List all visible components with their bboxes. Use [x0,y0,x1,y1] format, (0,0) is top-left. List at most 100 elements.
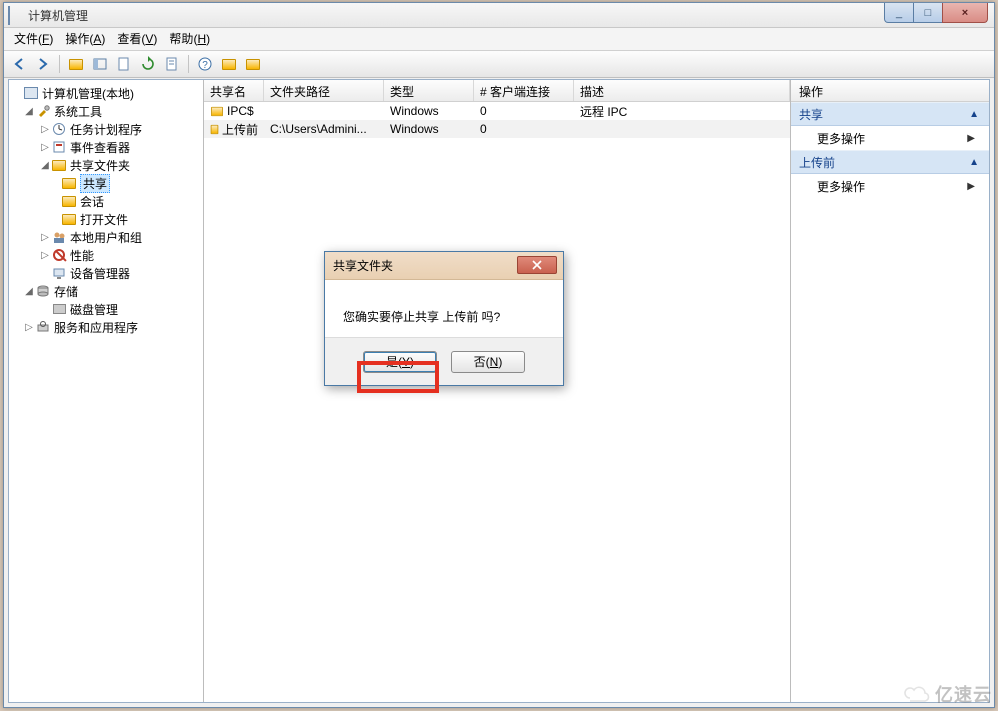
share-icon [246,59,260,70]
tree-shares[interactable]: 共享 [9,174,203,192]
col-desc[interactable]: 描述 [574,80,790,101]
dialog-close-button[interactable] [517,256,557,274]
new-share-wizard-button[interactable] [242,53,264,75]
menu-bar: 文件(F) 操作(A) 查看(V) 帮助(H) [4,28,994,50]
menu-help[interactable]: 帮助(H) [163,29,216,49]
close-button[interactable]: × [942,3,988,23]
list-header: 共享名 文件夹路径 类型 # 客户端连接 描述 [204,80,790,102]
share-icon [61,175,77,191]
tree-system-tools[interactable]: ◢ 系统工具 [9,102,203,120]
event-icon [51,139,67,155]
menu-action[interactable]: 操作(A) [59,29,111,49]
tools-icon [35,103,51,119]
share-icon [211,124,219,133]
confirm-dialog: 共享文件夹 您确实要停止共享 上传前 吗? 是(Y) 否(N) [324,251,564,386]
collapse-icon[interactable]: ◢ [39,160,51,171]
no-button[interactable]: 否(N) [451,351,525,373]
actions-section-shares[interactable]: 共享 ▲ [791,102,989,126]
col-folder-path[interactable]: 文件夹路径 [264,80,384,101]
minimize-button[interactable]: _ [884,3,914,23]
tree-task-scheduler[interactable]: ▷ 任务计划程序 [9,120,203,138]
tree-local-users[interactable]: ▷ 本地用户和组 [9,228,203,246]
tree-sessions[interactable]: 会话 [9,192,203,210]
svg-text:?: ? [202,60,208,71]
folder-icon [69,59,83,70]
tree-performance[interactable]: ▷ 性能 [9,246,203,264]
sessions-icon [61,193,77,209]
tree-device-manager[interactable]: 设备管理器 [9,264,203,282]
list-view: 共享名 文件夹路径 类型 # 客户端连接 描述 IPC$ Windows 0 远… [204,80,791,702]
expand-icon[interactable]: ▷ [39,142,51,153]
dialog-titlebar[interactable]: 共享文件夹 [325,252,563,280]
export-list-button[interactable] [113,53,135,75]
tree-event-viewer[interactable]: ▷ 事件查看器 [9,138,203,156]
yes-button[interactable]: 是(Y) [363,351,437,373]
collapse-icon[interactable]: ◢ [23,286,35,297]
dialog-body: 您确实要停止共享 上传前 吗? [325,280,563,337]
collapse-icon: ▲ [969,109,979,120]
menu-file[interactable]: 文件(F) [8,29,59,49]
users-icon [51,229,67,245]
performance-icon [51,247,67,263]
tree-open-files[interactable]: 打开文件 [9,210,203,228]
main-window: 计算机管理 _ □ × 文件(F) 操作(A) 查看(V) 帮助(H) ? [3,2,995,708]
close-icon [531,260,543,270]
dialog-title: 共享文件夹 [333,257,393,274]
maximize-button[interactable]: □ [913,3,943,23]
col-clients[interactable]: # 客户端连接 [474,80,574,101]
shared-folders-icon [51,157,67,173]
expand-icon[interactable]: ▷ [39,124,51,135]
device-manager-icon [51,265,67,281]
tree-shared-folders[interactable]: ◢ 共享文件夹 [9,156,203,174]
show-hide-tree-button[interactable] [89,53,111,75]
list-row[interactable]: IPC$ Windows 0 远程 IPC [204,102,790,120]
tree-root[interactable]: 计算机管理(本地) [9,84,203,102]
disk-icon [51,301,67,317]
tree-disk-management[interactable]: 磁盘管理 [9,300,203,318]
nav-tree[interactable]: 计算机管理(本地) ◢ 系统工具 ▷ 任务计划程序 ▷ 事件查看器 ◢ 共享文件… [9,80,204,702]
services-icon [35,319,51,335]
help-button[interactable]: ? [194,53,216,75]
window-title: 计算机管理 [28,7,990,24]
chevron-right-icon: ▶ [967,181,975,192]
toolbar-separator [188,55,189,73]
content-area: 计算机管理(本地) ◢ 系统工具 ▷ 任务计划程序 ▷ 事件查看器 ◢ 共享文件… [8,79,990,703]
window-buttons: _ □ × [885,3,988,23]
back-button[interactable] [8,53,30,75]
actions-pane: 操作 共享 ▲ 更多操作 ▶ 上传前 ▲ 更多操作 ▶ [791,80,989,702]
tree-storage[interactable]: ◢ 存储 [9,282,203,300]
actions-more-selected[interactable]: 更多操作 ▶ [791,174,989,198]
dialog-buttons: 是(Y) 否(N) [325,337,563,385]
list-body[interactable]: IPC$ Windows 0 远程 IPC 上传前 C:\Users\Admin… [204,102,790,702]
share-icon [222,59,236,70]
chevron-right-icon: ▶ [967,133,975,144]
col-type[interactable]: 类型 [384,80,474,101]
col-share-name[interactable]: 共享名 [204,80,264,101]
list-row[interactable]: 上传前 C:\Users\Admini... Windows 0 [204,120,790,138]
expand-icon[interactable]: ▷ [39,250,51,261]
expand-icon[interactable]: ▷ [39,232,51,243]
computer-icon [23,85,39,101]
collapse-icon[interactable]: ◢ [23,106,35,117]
properties-button[interactable] [161,53,183,75]
storage-icon [35,283,51,299]
toolbar-separator [59,55,60,73]
watermark: 亿速云 [903,681,992,707]
actions-section-selected[interactable]: 上传前 ▲ [791,150,989,174]
toolbar: ? [4,50,994,78]
forward-button[interactable] [32,53,54,75]
title-bar[interactable]: 计算机管理 [4,3,994,28]
open-files-icon [61,211,77,227]
actions-header: 操作 [791,80,989,102]
dialog-message: 您确实要停止共享 上传前 吗? [343,310,500,324]
app-icon [8,7,24,23]
expand-icon[interactable]: ▷ [23,322,35,333]
menu-view[interactable]: 查看(V) [111,29,163,49]
share-icon [211,106,223,115]
collapse-icon: ▲ [969,157,979,168]
refresh-button[interactable] [137,53,159,75]
tree-services-apps[interactable]: ▷ 服务和应用程序 [9,318,203,336]
new-share-button[interactable] [218,53,240,75]
actions-more-shares[interactable]: 更多操作 ▶ [791,126,989,150]
up-button[interactable] [65,53,87,75]
